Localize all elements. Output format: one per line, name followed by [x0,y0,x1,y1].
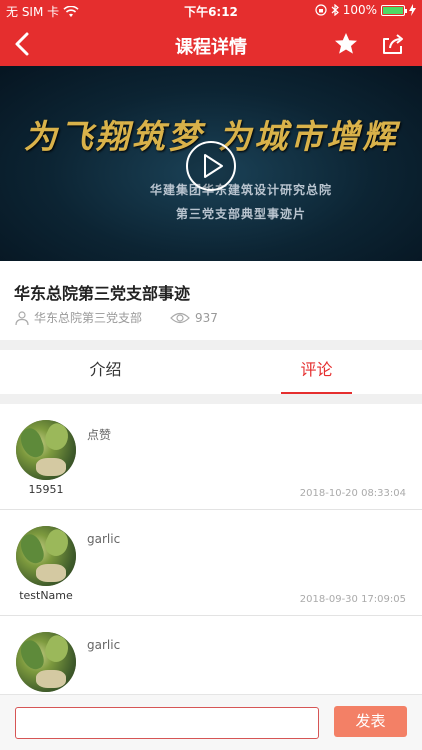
video-subtitle-2: 第三党支部典型事迹片 [175,207,306,221]
tab-intro[interactable]: 介绍 [0,350,211,394]
comment-composer: 发表 [0,694,422,750]
tab-bar: 介绍 评论 [0,350,422,394]
share-icon[interactable] [380,31,406,57]
course-meta: 华东总院第三党支部 937 [14,309,218,326]
comment-author: testName [19,589,73,602]
battery-icon [381,4,407,16]
status-bar: 无 SIM 卡 下午6:12 100% [0,0,422,22]
comment-author: 15951 [28,483,64,496]
comment-text: garlic [87,638,121,652]
avatar [16,526,76,586]
bluetooth-icon [331,4,339,16]
course-author: 华东总院第三党支部 [34,311,143,325]
charging-icon [409,4,416,16]
course-title: 华东总院第三党支部事迹 [14,284,191,303]
section-divider [0,340,422,350]
view-count: 937 [195,310,218,325]
status-right: 100% [315,3,416,17]
nav-bar: 课程详情 [0,22,422,66]
eye-icon [170,312,190,323]
section-divider [0,394,422,404]
send-button[interactable]: 发表 [334,706,407,737]
comment-text: 点赞 [87,428,112,442]
avatar [16,632,76,692]
orientation-lock-icon [315,4,327,16]
comment-list: 15951 点赞 2018-10-20 08:33:04 testName ga… [0,404,422,722]
comment-time: 2018-09-30 17:09:05 [299,594,406,605]
favorite-star-icon[interactable] [332,30,360,58]
battery-percent: 100% [342,3,377,17]
comment-time: 2018-10-20 08:33:04 [299,488,406,499]
comment-item: 15951 点赞 2018-10-20 08:33:04 [0,404,422,510]
video-player[interactable]: 为飞翔筑梦 为城市增辉 华建集团华东建筑设计研究总院 第三党支部典型事迹片 [0,66,422,261]
comment-input[interactable] [15,707,319,739]
avatar [16,420,76,480]
play-icon[interactable] [185,140,237,192]
tab-comments[interactable]: 评论 [211,350,422,394]
user-icon [15,310,29,325]
comment-text: garlic [87,532,121,546]
comment-item: testName garlic 2018-09-30 17:09:05 [0,510,422,616]
